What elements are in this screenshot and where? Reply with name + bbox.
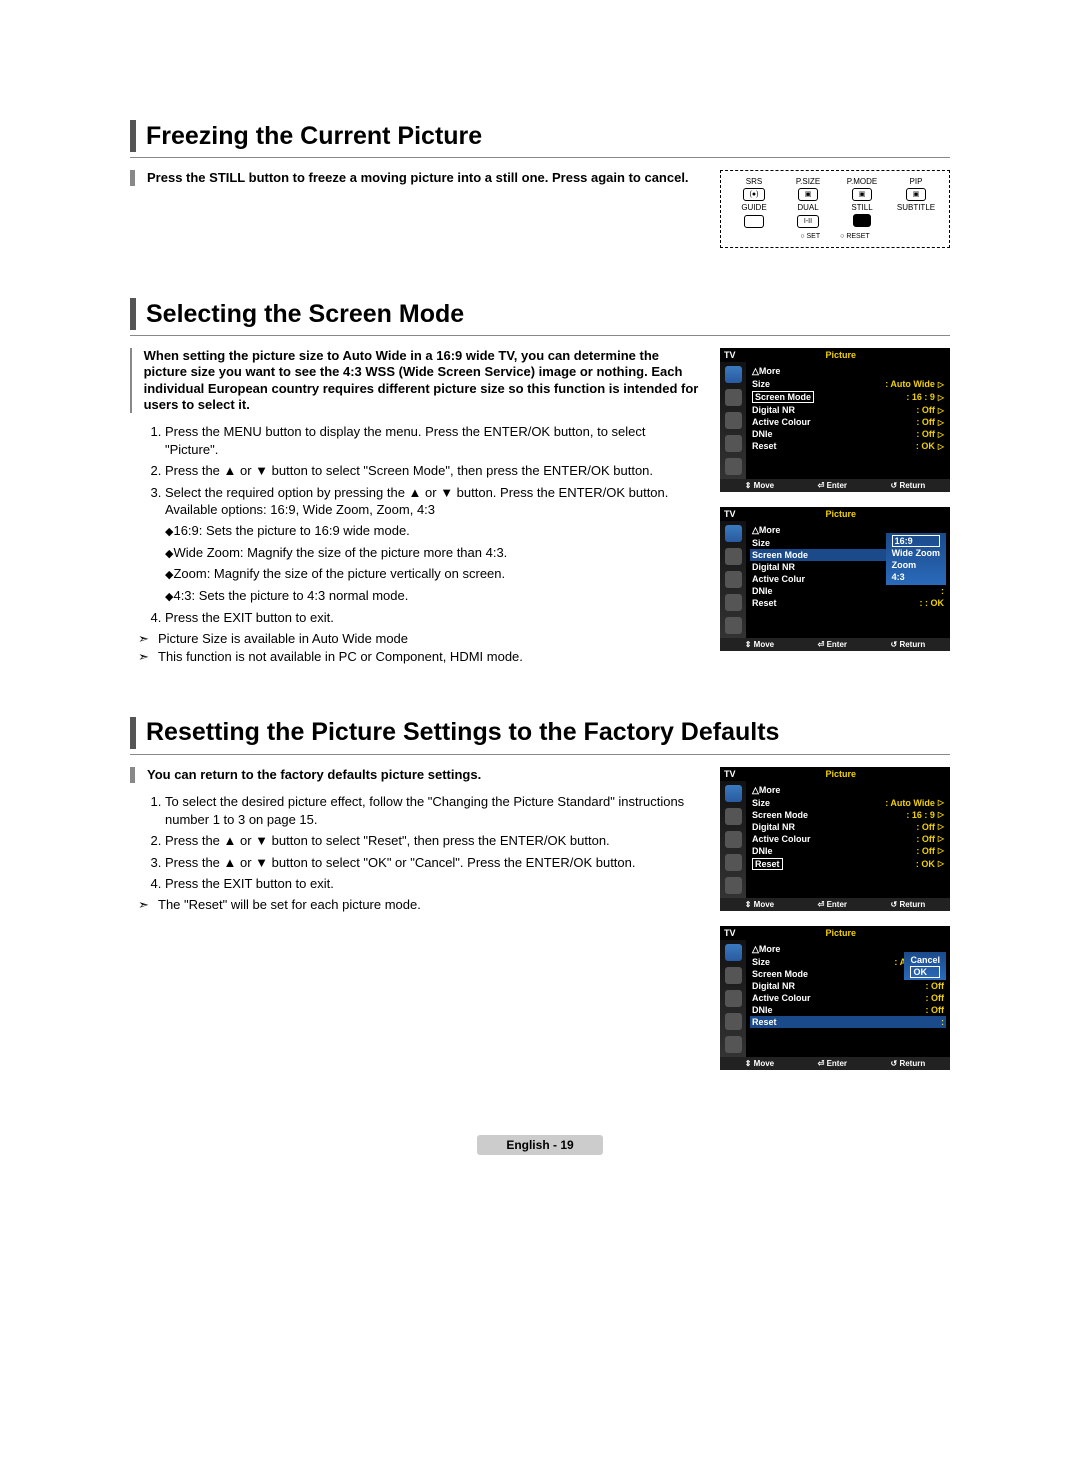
step-item: Select the required option by pressing t…	[165, 484, 700, 605]
page-footer: English - 19	[477, 1135, 603, 1155]
note-icon: ➣	[138, 631, 158, 647]
step-item: Press the MENU button to display the men…	[165, 423, 700, 458]
intro-bar-icon	[130, 348, 132, 413]
header-bar-icon	[130, 120, 136, 152]
note-text: The "Reset" will be set for each picture…	[158, 897, 421, 913]
remote-label: SUBTITLE	[897, 203, 935, 212]
section-screen-mode: Selecting the Screen Mode When setting t…	[130, 298, 950, 667]
note-text: Picture Size is available in Auto Wide m…	[158, 631, 408, 647]
option-item: 16:9: Sets the picture to 16:9 wide mode…	[165, 522, 700, 540]
step-item: Press the ▲ or ▼ button to select "Reset…	[165, 832, 700, 850]
step-list: To select the desired picture effect, fo…	[130, 793, 700, 893]
section-title: Selecting the Screen Mode	[146, 300, 464, 329]
remote-label: P.MODE	[847, 177, 878, 186]
section-title: Resetting the Picture Settings to the Fa…	[146, 718, 779, 747]
remote-label: STILL	[851, 203, 872, 212]
header-bar-icon	[130, 717, 136, 749]
intro-bar-icon	[130, 170, 135, 186]
option-item: 4:3: Sets the picture to 4:3 normal mode…	[165, 587, 700, 605]
note-icon: ➣	[138, 897, 158, 913]
intro-text: When setting the picture size to Auto Wi…	[144, 348, 700, 413]
osd-menu: TVPicture△MoreSize: Auto WideScreen Mode…	[720, 507, 950, 651]
section-freezing: Freezing the Current Picture Press the S…	[130, 120, 950, 248]
intro-bar-icon	[130, 767, 135, 783]
step-item: Press the ▲ or ▼ button to select "Scree…	[165, 462, 700, 480]
intro-text: You can return to the factory defaults p…	[147, 767, 481, 783]
step-list: Press the MENU button to display the men…	[130, 423, 700, 627]
note-icon: ➣	[138, 649, 158, 665]
remote-label: P.SIZE	[796, 177, 820, 186]
note-text: This function is not available in PC or …	[158, 649, 523, 665]
step-item: Press the ▲ or ▼ button to select "OK" o…	[165, 854, 700, 872]
intro-text: Press the STILL button to freeze a movin…	[147, 170, 689, 186]
option-item: Wide Zoom: Magnify the size of the pictu…	[165, 544, 700, 562]
osd-menu: TVPicture△MoreSize: Auto WideScreen Mode…	[720, 926, 950, 1070]
step-item: To select the desired picture effect, fo…	[165, 793, 700, 828]
still-button-highlight	[853, 214, 871, 227]
section-title: Freezing the Current Picture	[146, 122, 482, 151]
option-item: Zoom: Magnify the size of the picture ve…	[165, 565, 700, 583]
remote-label: PIP	[910, 177, 923, 186]
osd-menu: TVPicture△MoreSize: Auto Wide ▷Screen Mo…	[720, 348, 950, 492]
section-reset: Resetting the Picture Settings to the Fa…	[130, 717, 950, 1085]
step-item: Press the EXIT button to exit.	[165, 609, 700, 627]
remote-label: SRS	[746, 177, 762, 186]
remote-label: GUIDE	[741, 203, 766, 212]
remote-diagram: SRS(●) P.SIZE▣ P.MODE▣ PIP▣ GUIDE DUALI-…	[720, 170, 950, 248]
header-bar-icon	[130, 298, 136, 330]
remote-label: DUAL	[797, 203, 818, 212]
step-item: Press the EXIT button to exit.	[165, 875, 700, 893]
osd-menu: TVPicture△MoreSize: Auto Wide ▷Screen Mo…	[720, 767, 950, 911]
